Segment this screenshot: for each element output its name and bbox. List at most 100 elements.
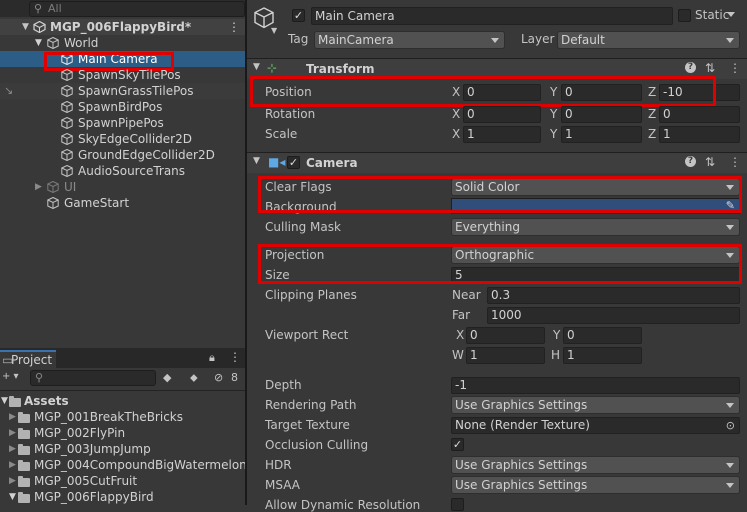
- chevron-right-icon[interactable]: ▶: [9, 409, 16, 425]
- projection-dropdown[interactable]: Orthographic: [451, 246, 740, 264]
- hierarchy-item[interactable]: GroundEdgeCollider2D: [0, 147, 245, 163]
- target-texture-value: None (Render Texture): [455, 418, 590, 432]
- chevron-down-icon[interactable]: ▼: [1, 393, 8, 409]
- chevron-right-icon[interactable]: ▶: [9, 441, 16, 457]
- msaa-dropdown[interactable]: Use Graphics Settings: [451, 476, 740, 494]
- project-search-input[interactable]: ⚲: [30, 370, 156, 386]
- target-texture-field[interactable]: None (Render Texture) ⊙: [451, 417, 740, 434]
- project-folder[interactable]: ▶ MGP_002FlyPin: [0, 425, 245, 441]
- viewport-w-field[interactable]: 1: [466, 347, 545, 364]
- hierarchy-item[interactable]: SkyEdgeCollider2D: [0, 131, 245, 147]
- rotation-x-field[interactable]: 0: [463, 106, 541, 123]
- more-options-icon[interactable]: ⋮: [729, 61, 741, 75]
- object-picker-icon[interactable]: ⊙: [726, 418, 735, 433]
- chevron-down-icon[interactable]: ▼: [253, 156, 260, 166]
- static-checkbox[interactable]: [678, 9, 691, 22]
- near-field[interactable]: 0.3: [487, 287, 740, 304]
- static-label: Static: [695, 8, 730, 22]
- chevron-down-icon[interactable]: [727, 12, 735, 17]
- camera-enabled-checkbox[interactable]: ✓: [287, 156, 300, 169]
- more-options-icon[interactable]: ⋮: [729, 155, 741, 169]
- hierarchy-item-label: GroundEdgeCollider2D: [78, 148, 215, 162]
- axis-z-label: Z: [648, 85, 657, 99]
- scale-y-field[interactable]: 1: [561, 126, 642, 143]
- occlusion-culling-checkbox[interactable]: ✓: [451, 438, 464, 451]
- project-folder[interactable]: ▶ MGP_004CompoundBigWatermelon: [0, 457, 247, 473]
- object-name-field[interactable]: Main Camera: [311, 7, 673, 25]
- hdr-dropdown[interactable]: Use Graphics Settings: [451, 456, 740, 474]
- rotation-z-field[interactable]: 0: [659, 106, 740, 123]
- project-folder[interactable]: ▶ MGP_003JumpJump: [0, 441, 245, 457]
- more-options-icon[interactable]: ⋮: [228, 19, 240, 35]
- hierarchy-item-label: SpawnBirdPos: [78, 100, 163, 114]
- folder-label: MGP_006FlappyBird: [34, 490, 154, 504]
- chevron-right-icon[interactable]: ▶: [35, 179, 42, 195]
- create-dropdown-button[interactable]: + ▾: [2, 371, 19, 382]
- rendering-path-dropdown[interactable]: Use Graphics Settings: [451, 396, 740, 414]
- transform-icon: ⊹: [267, 61, 278, 75]
- project-folder[interactable]: ▼ MGP_006FlappyBird: [0, 489, 245, 505]
- gameobject-icon: [61, 165, 73, 177]
- chevron-right-icon[interactable]: ▶: [9, 425, 16, 441]
- transform-header[interactable]: ▼ ⊹ Transform ? ⇅ ⋮: [247, 58, 747, 79]
- hdr-label: HDR: [265, 458, 292, 472]
- tag-dropdown[interactable]: MainCamera: [314, 31, 505, 49]
- chevron-down-icon[interactable]: ▼: [22, 19, 29, 35]
- culling-mask-dropdown[interactable]: Everything: [451, 218, 740, 236]
- position-y-field[interactable]: 0: [561, 84, 642, 101]
- lock-icon[interactable]: 🔒︎: [209, 351, 215, 365]
- chevron-right-icon[interactable]: ▶: [9, 473, 16, 489]
- project-folder[interactable]: ▶ MGP_001BreakTheBricks: [0, 409, 245, 425]
- camera-header[interactable]: ▼ ■◂ ✓ Camera ? ⇅ ⋮: [247, 152, 747, 173]
- hierarchy-item[interactable]: AudioSourceTrans: [0, 163, 245, 179]
- help-icon[interactable]: ?: [685, 62, 696, 73]
- filter-by-label-icon[interactable]: ⬥: [190, 371, 198, 385]
- background-color-field[interactable]: ✎: [451, 198, 740, 214]
- project-folder[interactable]: ▶ MGP_005CutFruit: [0, 473, 245, 489]
- chevron-right-icon[interactable]: ▶: [9, 457, 16, 473]
- hierarchy-item-world[interactable]: ▼ World: [0, 35, 245, 51]
- hierarchy-item[interactable]: SpawnPipePos: [0, 115, 245, 131]
- more-options-icon[interactable]: ⋮: [229, 350, 241, 364]
- scale-x-field[interactable]: 1: [463, 126, 541, 143]
- scene-row[interactable]: ▼ MGP_006FlappyBird* ⋮: [0, 19, 245, 35]
- depth-label: Depth: [265, 378, 302, 392]
- filter-by-type-icon[interactable]: ◆: [163, 371, 171, 384]
- hierarchy-item-main-camera[interactable]: Main Camera: [0, 51, 245, 67]
- far-field[interactable]: 1000: [487, 307, 740, 324]
- chevron-down-icon[interactable]: ▼: [253, 62, 260, 72]
- viewport-h-field[interactable]: 1: [563, 347, 642, 364]
- position-z-field[interactable]: -10: [659, 84, 740, 101]
- scale-z-field[interactable]: 1: [659, 126, 740, 143]
- viewport-x-field[interactable]: 0: [466, 327, 545, 344]
- tab-project[interactable]: ▭ Project: [0, 350, 56, 370]
- size-field[interactable]: 5: [451, 267, 740, 284]
- folder-label: MGP_005CutFruit: [34, 474, 138, 488]
- presets-icon[interactable]: ⇅: [705, 61, 715, 75]
- chevron-down-icon[interactable]: ▼: [35, 35, 42, 51]
- hierarchy-panel: ⚲ All ▼ MGP_006FlappyBird* ⋮ ▼ World Mai…: [0, 0, 245, 347]
- hierarchy-search-input[interactable]: ⚲ All: [29, 1, 245, 17]
- projection-label: Projection: [265, 248, 325, 262]
- chevron-down-icon[interactable]: ▼: [9, 489, 16, 505]
- chevron-down-icon[interactable]: ▼: [271, 26, 277, 35]
- hierarchy-item-gamestart[interactable]: GameStart: [0, 195, 245, 211]
- rotation-y-field[interactable]: 0: [561, 106, 642, 123]
- hidden-packages-icon[interactable]: ⊘: [214, 371, 223, 384]
- hierarchy-item[interactable]: ↘ SpawnGrassTilePos: [0, 83, 245, 99]
- help-icon[interactable]: ?: [685, 156, 696, 167]
- clear-flags-dropdown[interactable]: Solid Color: [451, 178, 740, 196]
- hierarchy-item[interactable]: SpawnBirdPos: [0, 99, 245, 115]
- gameobject-icon: [61, 117, 73, 129]
- position-x-field[interactable]: 0: [463, 84, 541, 101]
- depth-field[interactable]: -1: [451, 377, 740, 394]
- folder-label: MGP_001BreakTheBricks: [34, 410, 183, 424]
- eyedropper-icon[interactable]: ✎: [726, 199, 735, 212]
- presets-icon[interactable]: ⇅: [705, 155, 715, 169]
- hierarchy-item-ui[interactable]: ▶ UI: [0, 179, 245, 195]
- hierarchy-item[interactable]: SpawnSkyTilePos: [0, 67, 245, 83]
- active-checkbox[interactable]: ✓: [292, 9, 305, 22]
- viewport-y-field[interactable]: 0: [563, 327, 642, 344]
- project-folder-assets[interactable]: ▼ Assets: [0, 393, 245, 409]
- layer-dropdown[interactable]: Default: [557, 31, 740, 49]
